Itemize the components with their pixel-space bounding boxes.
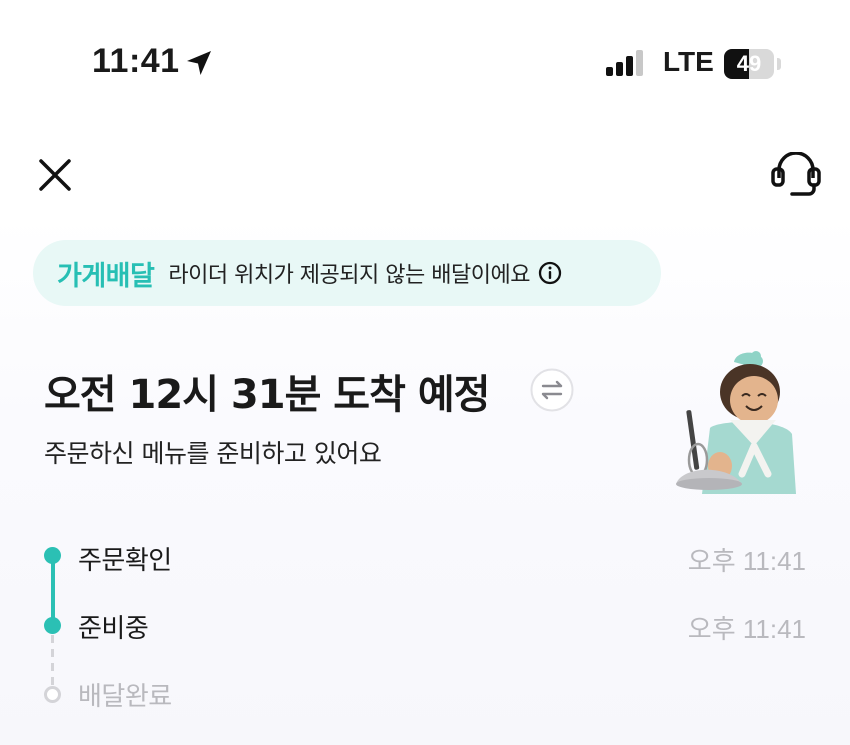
customer-support-button[interactable] [770, 152, 822, 198]
notice-text: 라이더 위치가 제공되지 않는 배달이에요 [168, 263, 530, 288]
step-time-preparing: 오후 11:41 [687, 614, 806, 644]
step-time-confirmed: 오후 11:41 [687, 546, 806, 576]
status-time: 11:41 [92, 42, 180, 80]
swap-time-button[interactable] [530, 368, 574, 412]
battery-icon: 49 [724, 49, 774, 79]
close-button[interactable] [36, 156, 74, 194]
timeline-line-done [51, 557, 55, 625]
step-label-preparing: 준비중 [78, 614, 149, 644]
delivery-timeline: 주문확인 오후 11:41 준비중 오후 11:41 배달완료 [0, 530, 850, 730]
network-type: LTE [663, 46, 714, 77]
timeline-dot-pending [44, 686, 61, 703]
delivery-notice[interactable]: 가게배달 라이더 위치가 제공되지 않는 배달이에요 [33, 240, 661, 306]
info-icon[interactable] [538, 261, 562, 285]
location-arrow-icon [187, 51, 211, 75]
timeline-dot-current [44, 617, 61, 634]
notice-tag: 가게배달 [57, 260, 155, 292]
eta-title: 오전 12시 31분 도착 예정 [44, 372, 490, 418]
status-bar: 11:41 LTE 49 [0, 0, 850, 120]
battery-percent: 49 [736, 51, 762, 76]
timeline-dot-done [44, 547, 61, 564]
step-label-delivered: 배달완료 [78, 682, 172, 712]
battery-cap [777, 58, 781, 70]
step-label-confirmed: 주문확인 [78, 546, 172, 576]
signal-icon [606, 50, 643, 76]
timeline-line-pending [51, 635, 54, 685]
order-status-text: 주문하신 메뉴를 준비하고 있어요 [44, 439, 382, 468]
chef-illustration [676, 351, 796, 494]
